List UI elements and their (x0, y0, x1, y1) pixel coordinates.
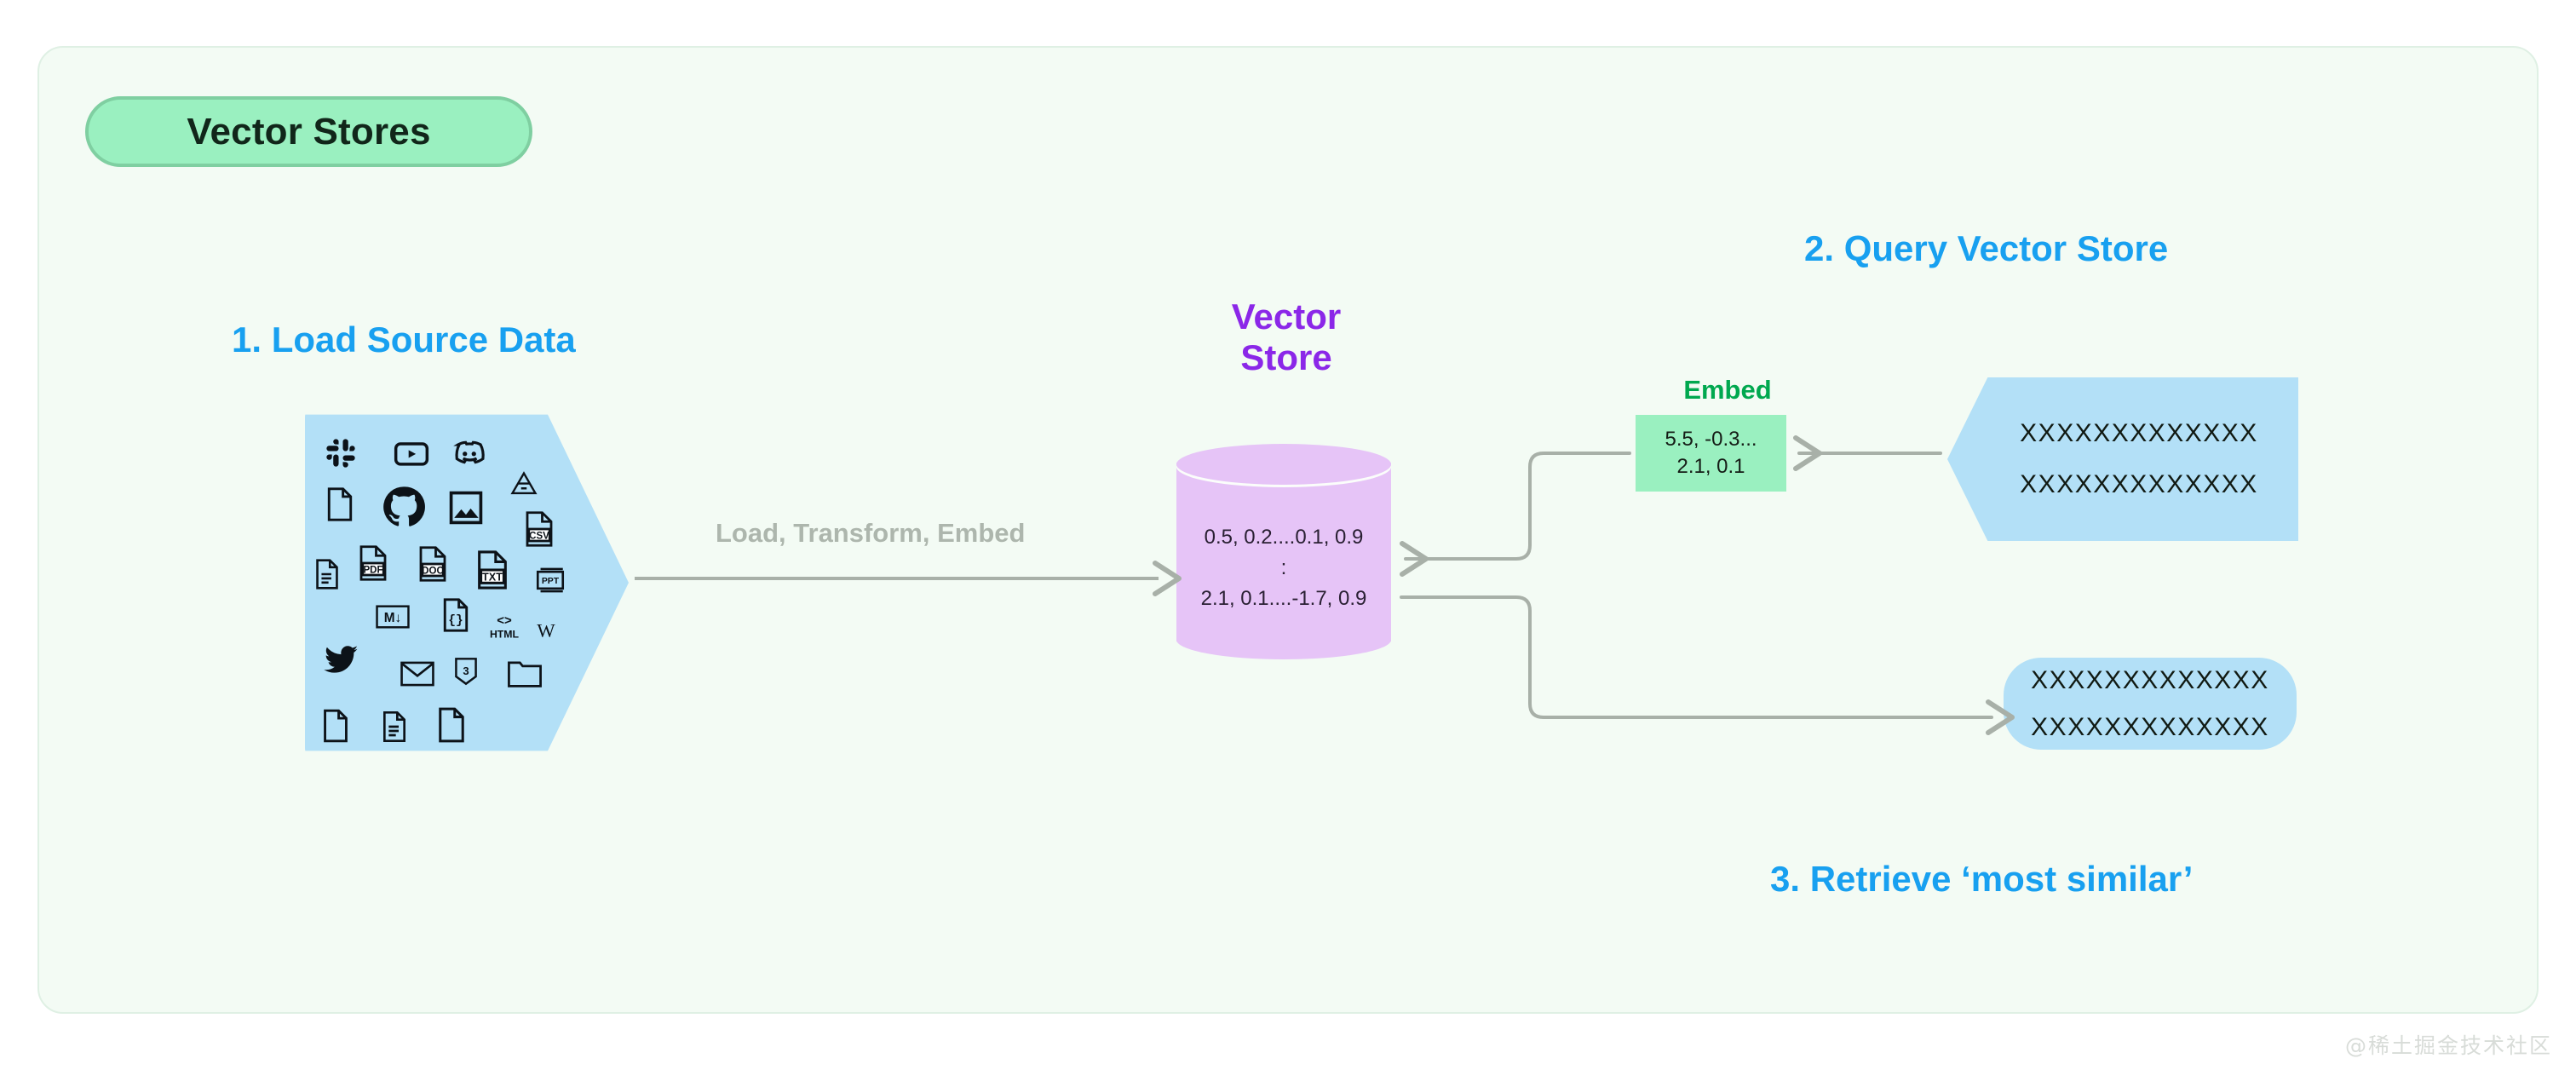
slack-icon (325, 438, 356, 472)
folder-icon (507, 658, 543, 692)
query-input-shape: XXXXXXXXXXXXX XXXXXXXXXXXXX (1947, 377, 2298, 541)
svg-text:M↓: M↓ (384, 611, 402, 625)
svg-text:3: 3 (463, 664, 469, 677)
embed-vector-box: 5.5, -0.3... 2.1, 0.1 (1636, 415, 1786, 492)
svg-text:{}: {} (448, 614, 463, 628)
result-text-line-2: XXXXXXXXXXXXX (2031, 713, 2269, 741)
svg-text:PPT: PPT (542, 577, 560, 586)
watermark: @稀土掘金技术社区 (2344, 1033, 2552, 1058)
step-2-heading: 2. Query Vector Store (1804, 228, 2169, 268)
markdown-icon: M↓ (376, 605, 410, 632)
source-icon-cluster: CSV PDF DOC TXT PPT M↓ {} <> HTML W 3 (305, 404, 629, 762)
query-text-line-2: XXXXXXXXXXXXX (2020, 470, 2258, 498)
image-icon (447, 489, 485, 530)
email-icon (400, 661, 434, 690)
txt-file-icon: TXT (475, 550, 509, 593)
csv-file-icon: CSV (524, 511, 555, 550)
query-text-line-1: XXXXXXXXXXXXX (2020, 419, 2258, 447)
json-file-icon: {} (441, 598, 470, 636)
embed-vector-line-1: 5.5, -0.3... (1665, 427, 1757, 451)
discord-icon (451, 434, 487, 474)
html-icon: <> HTML (486, 611, 522, 645)
title-badge-label: Vector Stores (187, 110, 431, 152)
vector-store-title: Vector Store (1180, 296, 1393, 379)
svg-text:HTML: HTML (490, 629, 520, 641)
cylinder-vector-ellipsis: : (1280, 556, 1287, 579)
doc-file-icon: DOC (417, 546, 448, 585)
vector-store-title-line2: Store (1240, 337, 1332, 378)
cylinder-vector-row-1: 0.5, 0.2....0.1, 0.9 (1204, 526, 1364, 549)
svg-text:CSV: CSV (529, 532, 549, 542)
result-output-shape: XXXXXXXXXXXXX XXXXXXXXXXXXX (2004, 658, 2297, 750)
css3-icon: 3 (454, 657, 478, 689)
step-3-heading: 3. Retrieve ‘most similar’ (1770, 859, 2194, 899)
vector-store-cylinder: 0.5, 0.2....0.1, 0.9 : 2.1, 0.1....-1.7,… (1176, 444, 1391, 659)
embed-label: Embed (1683, 375, 1772, 405)
svg-text:PDF: PDF (363, 566, 382, 576)
svg-text:<>: <> (497, 613, 512, 628)
wikipedia-icon: W (533, 618, 559, 646)
cylinder-bottom-ellipse (1176, 620, 1391, 659)
cylinder-vector-row-2: 2.1, 0.1....-1.7, 0.9 (1200, 587, 1367, 610)
twitter-icon (324, 644, 359, 680)
ppt-file-icon: PPT (535, 566, 566, 598)
file-plain-icon (437, 707, 466, 746)
pipeline-label: Load, Transform, Embed (716, 518, 1026, 548)
svg-text:DOC: DOC (422, 567, 444, 577)
vector-store-title-line1: Vector (1231, 296, 1342, 337)
youtube-icon (393, 434, 430, 475)
file-page-icon (322, 709, 349, 746)
github-icon (381, 484, 427, 533)
step-1-heading: 1. Load Source Data (232, 319, 576, 360)
document-lines-icon (314, 559, 340, 593)
cylinder-vectors: 0.5, 0.2....0.1, 0.9 : 2.1, 0.1....-1.7,… (1176, 522, 1391, 614)
file-blank-icon (325, 487, 354, 525)
svg-text:TXT: TXT (482, 572, 503, 584)
vector-stores-title-badge: Vector Stores (85, 96, 532, 167)
embed-vector-line-2: 2.1, 0.1 (1676, 455, 1745, 478)
pdf-file-icon: PDF (358, 545, 388, 584)
file-text-icon (382, 710, 407, 746)
cylinder-top-ellipse (1176, 444, 1391, 485)
google-drive-icon (509, 470, 538, 503)
svg-text:W: W (537, 620, 555, 641)
result-text-line-1: XXXXXXXXXXXXX (2031, 665, 2269, 694)
